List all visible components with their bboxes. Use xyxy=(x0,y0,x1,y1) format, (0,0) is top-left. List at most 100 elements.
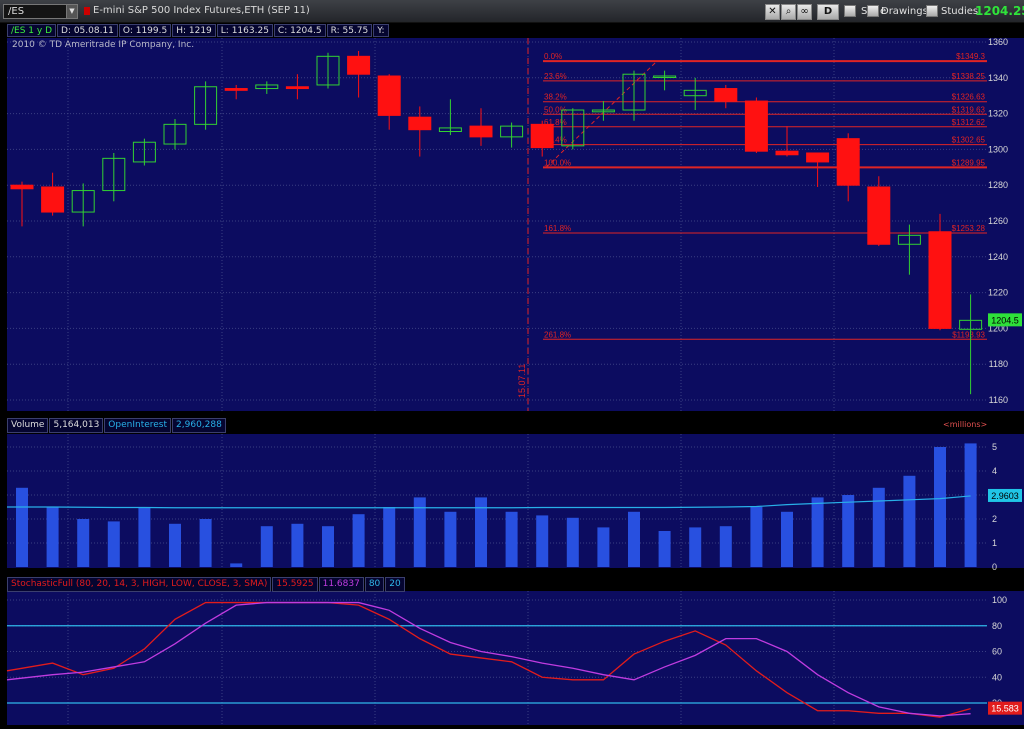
info-y: Y: xyxy=(373,24,389,37)
open-interest-value: 2,960,288 xyxy=(172,418,226,433)
stochastic-tick-label: 40 xyxy=(992,672,1002,682)
over-sold-value: 20 xyxy=(385,577,405,592)
info-date: D: 05.08.11 xyxy=(57,24,118,37)
price-tick-label: 1160 xyxy=(989,395,1008,405)
candle-body xyxy=(408,116,432,131)
fibonacci-price-label: $1289.95 xyxy=(952,158,986,167)
last-price-tag-label: 1204.5 xyxy=(991,315,1019,325)
volume-tick-label: 2 xyxy=(992,514,997,524)
over-bought-value: 80 xyxy=(364,577,385,592)
volume-bar xyxy=(77,519,90,567)
date-marker-label: 15.07.11 xyxy=(517,364,527,398)
volume-bar xyxy=(352,514,365,567)
volume-tick-label: 5 xyxy=(992,442,997,452)
fibonacci-price-label: $1312.62 xyxy=(952,118,986,127)
candle-body xyxy=(714,88,738,102)
fibonacci-percent-label: 161.8% xyxy=(544,224,571,233)
candle-body xyxy=(347,55,371,75)
volume-bar xyxy=(444,511,457,567)
ohlc-info-row: /ES 1 y D D: 05.08.11 O: 1199.5 H: 1219 … xyxy=(7,24,390,37)
fibonacci-price-label: $1319.63 xyxy=(952,105,986,114)
volume-bar xyxy=(628,511,640,567)
fibonacci-price-label: $1349.3 xyxy=(956,52,985,61)
price-tick-label: 1300 xyxy=(988,144,1008,154)
thinkorswim-chart-window: /ES ▼ E-mini S&P 500 Index Futures,ETH (… xyxy=(0,0,1024,729)
price-tick-label: 1320 xyxy=(988,109,1008,119)
stochastic-k-value: 15.5925 xyxy=(272,577,318,592)
volume-bar xyxy=(872,487,885,567)
volume-bar xyxy=(689,527,702,567)
stochastic-label[interactable]: StochasticFull (80, 20, 14, 3, HIGH, LOW… xyxy=(7,577,272,592)
volume-bar xyxy=(199,519,212,567)
volume-bar xyxy=(260,526,273,567)
volume-tick-label: 1 xyxy=(992,538,997,548)
volume-bar xyxy=(934,447,946,567)
info-high: H: 1219 xyxy=(172,24,216,37)
fibonacci-price-label: $1326.63 xyxy=(952,93,986,102)
volume-bar xyxy=(138,507,151,567)
info-low: L: 1163.25 xyxy=(216,24,273,37)
volume-bar xyxy=(903,475,916,567)
volume-bar xyxy=(842,495,855,567)
volume-bar xyxy=(597,527,610,567)
stochastic-header: StochasticFull (80, 20, 14, 3, HIGH, LOW… xyxy=(7,577,406,592)
stochastic-tag-label: 15.583 xyxy=(991,704,1019,714)
info-open: O: 1199.5 xyxy=(118,24,172,37)
open-interest-label[interactable]: OpenInterest xyxy=(104,418,172,433)
stochastic-tick-label: 60 xyxy=(992,647,1002,657)
candle-body xyxy=(224,88,248,91)
volume-bar xyxy=(46,507,59,567)
volume-bar xyxy=(719,526,732,567)
candle-body xyxy=(928,231,952,329)
chart-canvas[interactable]: 15.07.11 0.0% $1349.3 23.6% $1338.25 38.2% $13… xyxy=(0,0,1024,729)
volume-label[interactable]: Volume xyxy=(7,418,49,433)
volume-bar xyxy=(536,515,549,567)
volume-bar xyxy=(383,507,396,567)
candle-body xyxy=(867,186,891,245)
price-tick-label: 1240 xyxy=(988,252,1008,262)
volume-bar xyxy=(230,563,243,567)
fibonacci-percent-label: 261.8% xyxy=(544,330,571,339)
volume-bar xyxy=(322,526,334,567)
price-tick-label: 1340 xyxy=(988,73,1008,83)
candle-body xyxy=(530,123,554,149)
stochastic-d-value: 11.6837 xyxy=(318,577,364,592)
volume-bar xyxy=(16,487,28,567)
fibonacci-percent-label: 0.0% xyxy=(544,52,562,61)
volume-value: 5,164,013 xyxy=(49,418,104,433)
volume-bar xyxy=(964,443,977,567)
info-close: C: 1204.5 xyxy=(273,24,326,37)
price-panel[interactable] xyxy=(7,38,987,411)
candle-body xyxy=(775,150,799,156)
candle-body xyxy=(469,125,493,138)
price-tick-label: 1180 xyxy=(989,359,1008,369)
candle-body xyxy=(836,138,860,186)
fibonacci-price-label: $1338.25 xyxy=(952,72,986,81)
copyright-text: 2010 © TD Ameritrade IP Company, Inc. xyxy=(12,40,195,50)
candle-body xyxy=(41,186,65,213)
info-range: R: 55.75 xyxy=(326,24,373,37)
stochastic-tick-label: 100 xyxy=(992,595,1007,605)
candle-body xyxy=(377,75,401,116)
volume-bar xyxy=(505,511,518,567)
volume-panel[interactable] xyxy=(7,434,987,568)
fibonacci-price-label: $1302.65 xyxy=(952,136,986,145)
volume-bar xyxy=(750,507,763,567)
volume-tick-label: 4 xyxy=(992,466,997,476)
info-symbol-period[interactable]: /ES 1 y D xyxy=(7,24,56,37)
fibonacci-price-label: $1193.93 xyxy=(952,330,985,339)
price-tick-label: 1220 xyxy=(988,288,1008,298)
volume-bar xyxy=(107,521,120,567)
volume-bar xyxy=(169,523,181,567)
volume-bar xyxy=(291,523,304,567)
fibonacci-percent-label: 23.6% xyxy=(544,72,567,81)
stochastic-tick-label: 80 xyxy=(992,621,1002,631)
stochastic-panel[interactable] xyxy=(7,591,987,725)
volume-bar xyxy=(811,497,824,567)
volume-tick-label: 0 xyxy=(992,562,997,572)
price-tick-label: 1260 xyxy=(988,216,1008,226)
fibonacci-price-label: $1253.28 xyxy=(952,224,986,233)
volume-header: Volume 5,164,013 OpenInterest 2,960,288 xyxy=(7,418,227,433)
fibonacci-percent-label: 38.2% xyxy=(544,93,567,102)
volume-bar xyxy=(781,511,793,567)
